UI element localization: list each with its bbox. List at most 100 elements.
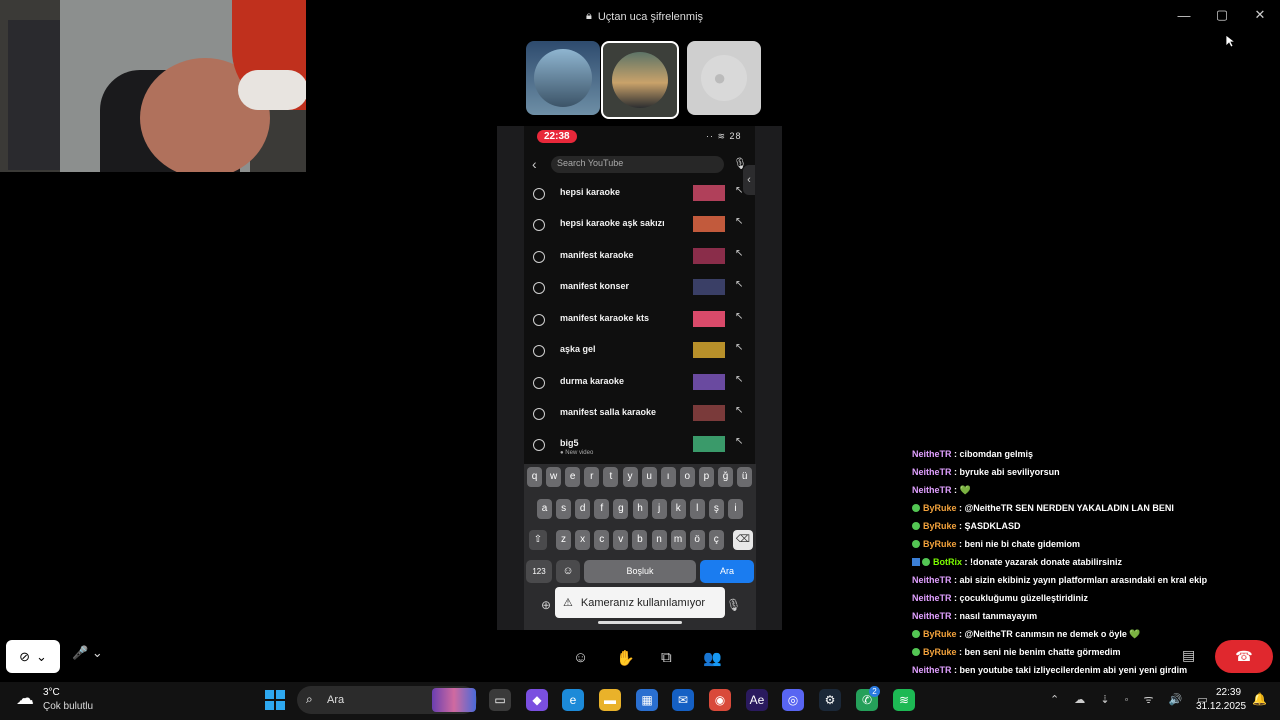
fill-query-arrow-icon[interactable]: ↖ bbox=[735, 436, 743, 447]
screen-share-icon[interactable]: ⧉ bbox=[661, 649, 672, 666]
minimize-button[interactable]: — bbox=[1168, 4, 1200, 26]
key-h[interactable]: h bbox=[632, 499, 648, 519]
key-k[interactable]: k bbox=[670, 499, 686, 519]
key-d[interactable]: d bbox=[575, 499, 591, 519]
fill-query-arrow-icon[interactable]: ↖ bbox=[735, 342, 743, 353]
key-f[interactable]: f bbox=[594, 499, 610, 519]
key-y[interactable]: y bbox=[622, 467, 638, 487]
key-r[interactable]: r bbox=[584, 467, 600, 487]
participant-tile-active[interactable] bbox=[601, 41, 679, 119]
key-m[interactable]: m bbox=[670, 530, 686, 550]
fill-query-arrow-icon[interactable]: ↖ bbox=[735, 405, 743, 416]
key-s[interactable]: s bbox=[556, 499, 572, 519]
key-p[interactable]: p bbox=[698, 467, 714, 487]
clock-time[interactable]: 22:39 bbox=[1216, 687, 1241, 698]
notification-icon[interactable]: 🔔 bbox=[1252, 692, 1267, 706]
key-j[interactable]: j bbox=[651, 499, 667, 519]
key-b[interactable]: b bbox=[632, 530, 648, 550]
badge-icon bbox=[912, 648, 920, 656]
weather-icon[interactable]: ☁ bbox=[16, 688, 34, 709]
globe-icon[interactable]: ⊕ bbox=[541, 598, 551, 612]
key-n[interactable]: n bbox=[651, 530, 667, 550]
layout-icon[interactable]: ▤ bbox=[1182, 647, 1195, 664]
participant-tile[interactable] bbox=[526, 41, 600, 115]
suggestion-row[interactable]: hepsi karaoke aşk sakızı ↖ bbox=[530, 216, 756, 238]
search-highlight-art[interactable] bbox=[432, 688, 476, 712]
key-t[interactable]: t bbox=[603, 467, 619, 487]
key-ğ[interactable]: ğ bbox=[718, 467, 733, 487]
weather-description[interactable]: Çok bulutlu bbox=[43, 701, 93, 712]
copilot-icon[interactable]: ◆ bbox=[526, 689, 548, 711]
system-tray-icons[interactable]: ⌃ ☁ ⇣ ◦ ᯤ 🔊 ▭ bbox=[1050, 692, 1214, 707]
key-g[interactable]: g bbox=[613, 499, 629, 519]
task-view-icon[interactable]: ▭ bbox=[489, 689, 511, 711]
file-explorer-icon[interactable]: ▬ bbox=[599, 689, 621, 711]
key-x[interactable]: x bbox=[575, 530, 591, 550]
hang-up-button[interactable]: ☎ bbox=[1215, 640, 1273, 673]
suggestion-row[interactable]: manifest karaoke ↖ bbox=[530, 248, 756, 270]
key-z[interactable]: z bbox=[556, 530, 571, 550]
fill-query-arrow-icon[interactable]: ↖ bbox=[735, 279, 743, 290]
fill-query-arrow-icon[interactable]: ↖ bbox=[735, 248, 743, 259]
video-thumbnail bbox=[693, 405, 725, 421]
suggestion-row[interactable]: hepsi karaoke ↖ bbox=[530, 185, 756, 207]
raise-hand-icon[interactable]: ✋ bbox=[616, 649, 635, 667]
store-icon[interactable]: ▦ bbox=[636, 689, 658, 711]
key-ü[interactable]: ü bbox=[737, 467, 753, 487]
participants-icon[interactable]: 👥 bbox=[703, 649, 722, 667]
key-ç[interactable]: ç bbox=[708, 530, 724, 550]
key-i[interactable]: i bbox=[728, 499, 743, 519]
key-q[interactable]: q bbox=[527, 467, 542, 487]
key-w[interactable]: w bbox=[546, 467, 562, 487]
suggestion-row[interactable]: aşka gel ↖ bbox=[530, 342, 756, 364]
suggestion-row[interactable]: big5 ● New video ↖ bbox=[530, 436, 756, 458]
reactions-icon[interactable]: ☺ bbox=[573, 649, 588, 666]
key-c[interactable]: c bbox=[594, 530, 610, 550]
key-l[interactable]: l bbox=[689, 499, 705, 519]
search-go-key[interactable]: Ara bbox=[700, 560, 754, 583]
maximize-button[interactable]: ▢ bbox=[1206, 4, 1238, 26]
start-button[interactable] bbox=[265, 690, 285, 710]
suggestion-row[interactable]: manifest karaoke kts ↖ bbox=[530, 311, 756, 333]
participant-tile[interactable]: ● bbox=[687, 41, 761, 115]
camera-toggle-button[interactable]: ⊘ ⌄ bbox=[6, 640, 60, 673]
back-arrow-icon[interactable]: ‹ bbox=[532, 156, 537, 172]
fill-query-arrow-icon[interactable]: ↖ bbox=[735, 185, 743, 196]
key-o[interactable]: o bbox=[679, 467, 695, 487]
self-camera-preview[interactable] bbox=[0, 0, 306, 172]
chat-message: NeitheTR : cibomdan gelmiş bbox=[912, 449, 1272, 467]
fill-query-arrow-icon[interactable]: ↖ bbox=[735, 374, 743, 385]
space-key[interactable]: Boşluk bbox=[584, 560, 696, 583]
key-e[interactable]: e bbox=[565, 467, 581, 487]
after-effects-icon[interactable]: Ae bbox=[746, 689, 768, 711]
key-ı[interactable]: ı bbox=[660, 467, 676, 487]
shift-key[interactable]: ⇧ bbox=[529, 530, 547, 550]
encryption-status: 🔒︎ Uçtan uca şifrelenmiş bbox=[586, 10, 703, 23]
key-v[interactable]: v bbox=[613, 530, 629, 550]
key-ö[interactable]: ö bbox=[689, 530, 705, 550]
search-placeholder: Search YouTube bbox=[557, 158, 624, 168]
spotify-icon[interactable]: ≋ bbox=[893, 689, 915, 711]
backspace-key[interactable]: ⌫ bbox=[733, 530, 753, 550]
outlook-icon[interactable]: ✉ bbox=[672, 689, 694, 711]
key-ş[interactable]: ş bbox=[708, 499, 724, 519]
microphone-icon: 🎤 bbox=[72, 645, 89, 660]
discord-icon[interactable]: ◎ bbox=[782, 689, 804, 711]
suggestion-row[interactable]: durma karaoke ↖ bbox=[530, 374, 756, 396]
keyboard-mic-icon[interactable]: 🎙 bbox=[726, 598, 741, 612]
clock-date[interactable]: 31.12.2025 bbox=[1196, 701, 1246, 712]
fill-query-arrow-icon[interactable]: ↖ bbox=[735, 311, 743, 322]
key-a[interactable]: a bbox=[537, 499, 552, 519]
suggestion-row[interactable]: manifest salla karaoke ↖ bbox=[530, 405, 756, 427]
steam-icon[interactable]: ⚙ bbox=[819, 689, 841, 711]
edge-icon[interactable]: e bbox=[562, 689, 584, 711]
chrome-icon[interactable]: ◉ bbox=[709, 689, 731, 711]
emoji-key[interactable]: ☺ bbox=[556, 560, 580, 583]
key-u[interactable]: u bbox=[641, 467, 657, 487]
mic-toggle-button[interactable]: 🎤 ⌄ bbox=[72, 645, 103, 661]
weather-temperature[interactable]: 3°C bbox=[43, 687, 60, 698]
close-button[interactable]: ✕ bbox=[1244, 4, 1276, 26]
numbers-key[interactable]: 123 bbox=[526, 560, 552, 583]
suggestion-row[interactable]: manifest konser ↖ bbox=[530, 279, 756, 301]
fill-query-arrow-icon[interactable]: ↖ bbox=[735, 216, 743, 227]
